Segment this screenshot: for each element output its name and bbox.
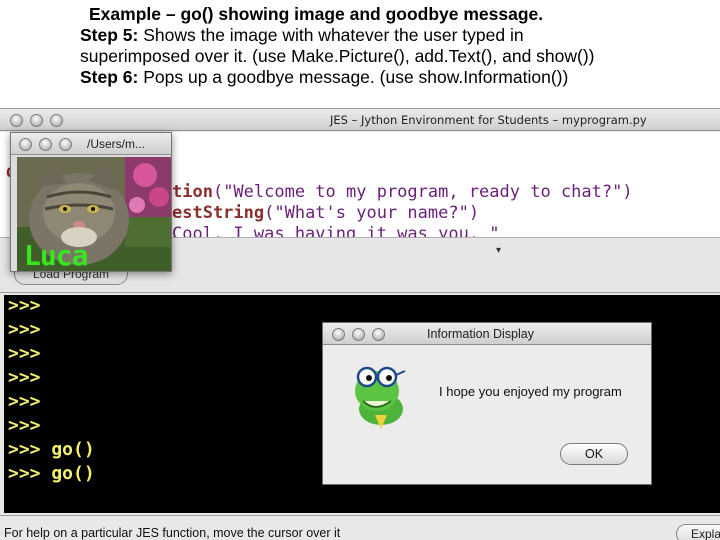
picture-titlebar[interactable]: /Users/m... [11,133,171,155]
code-fn-2: estString [172,203,265,223]
close-window-button[interactable] [10,114,23,127]
info-titlebar[interactable]: Information Display [323,323,651,345]
photo-overlay-text: Luca [24,239,88,271]
step5-text-1: Shows the image with whatever the user t… [138,25,524,45]
console-line: >>> [8,391,41,412]
cat-photo: Luca [17,157,171,271]
step6-label: Step 6: [80,67,139,87]
step5-line2: superimposed over it. (use Make.Picture(… [80,46,595,66]
picture-window-title: /Users/m... [87,137,146,151]
jes-mascot-icon [355,366,406,429]
status-bar: For help on a particular JES function, m… [0,515,720,540]
console-line: >>> [8,367,41,388]
jes-titlebar[interactable]: JES – Jython Environment for Students – … [0,109,720,131]
splitter-handle-icon[interactable]: ▾ [496,245,501,256]
ok-button[interactable]: OK [560,443,628,465]
code-line-1: tion("Welcome to my program, ready to ch… [172,182,633,202]
explain-button[interactable]: Expla [676,524,720,540]
minimize-info-button[interactable] [352,328,365,341]
minimize-window-button[interactable] [30,114,43,127]
console-line: >>> [8,295,41,316]
info-dialog-title: Information Display [427,327,534,341]
code-args-2: ("What's your name?") [264,203,480,223]
close-info-button[interactable] [332,328,345,341]
information-dialog: Information Display I hope you enjoyed m… [322,322,652,485]
zoom-info-button[interactable] [372,328,385,341]
code-line-3: Cool. I was having it was you. " [172,224,500,238]
step5-label: Step 5: [80,25,139,45]
console-line: >>> [8,343,41,364]
step6-text: Pops up a goodbye message. (use show.Inf… [138,67,569,87]
code-args-1: ("Welcome to my program, ready to chat?"… [212,182,633,202]
console-line: >>> [8,415,41,436]
step5-line1: Step 5: Shows the image with whatever th… [80,25,710,46]
minimize-picture-button[interactable] [39,138,52,151]
jes-window-title: JES – Jython Environment for Students – … [330,113,647,127]
slide-title: Example – go() showing image and goodbye… [89,4,544,24]
close-picture-button[interactable] [19,138,32,151]
info-message: I hope you enjoyed my program [439,384,622,399]
zoom-picture-button[interactable] [59,138,72,151]
code-line-2: estString("What's your name?") [172,203,479,223]
step6-line: Step 6: Pops up a goodbye message. (use … [80,67,710,88]
console-line: >>> [8,319,41,340]
help-text: For help on a particular JES function, m… [4,526,341,540]
picture-window: /Users/m... Luca [10,132,172,272]
zoom-window-button[interactable] [50,114,63,127]
code-fn-1: tion [172,182,213,202]
console-line: >>> go() [8,439,95,460]
slide-header: Example – go() showing image and goodbye… [80,4,710,88]
console-line: >>> go() [8,463,95,484]
